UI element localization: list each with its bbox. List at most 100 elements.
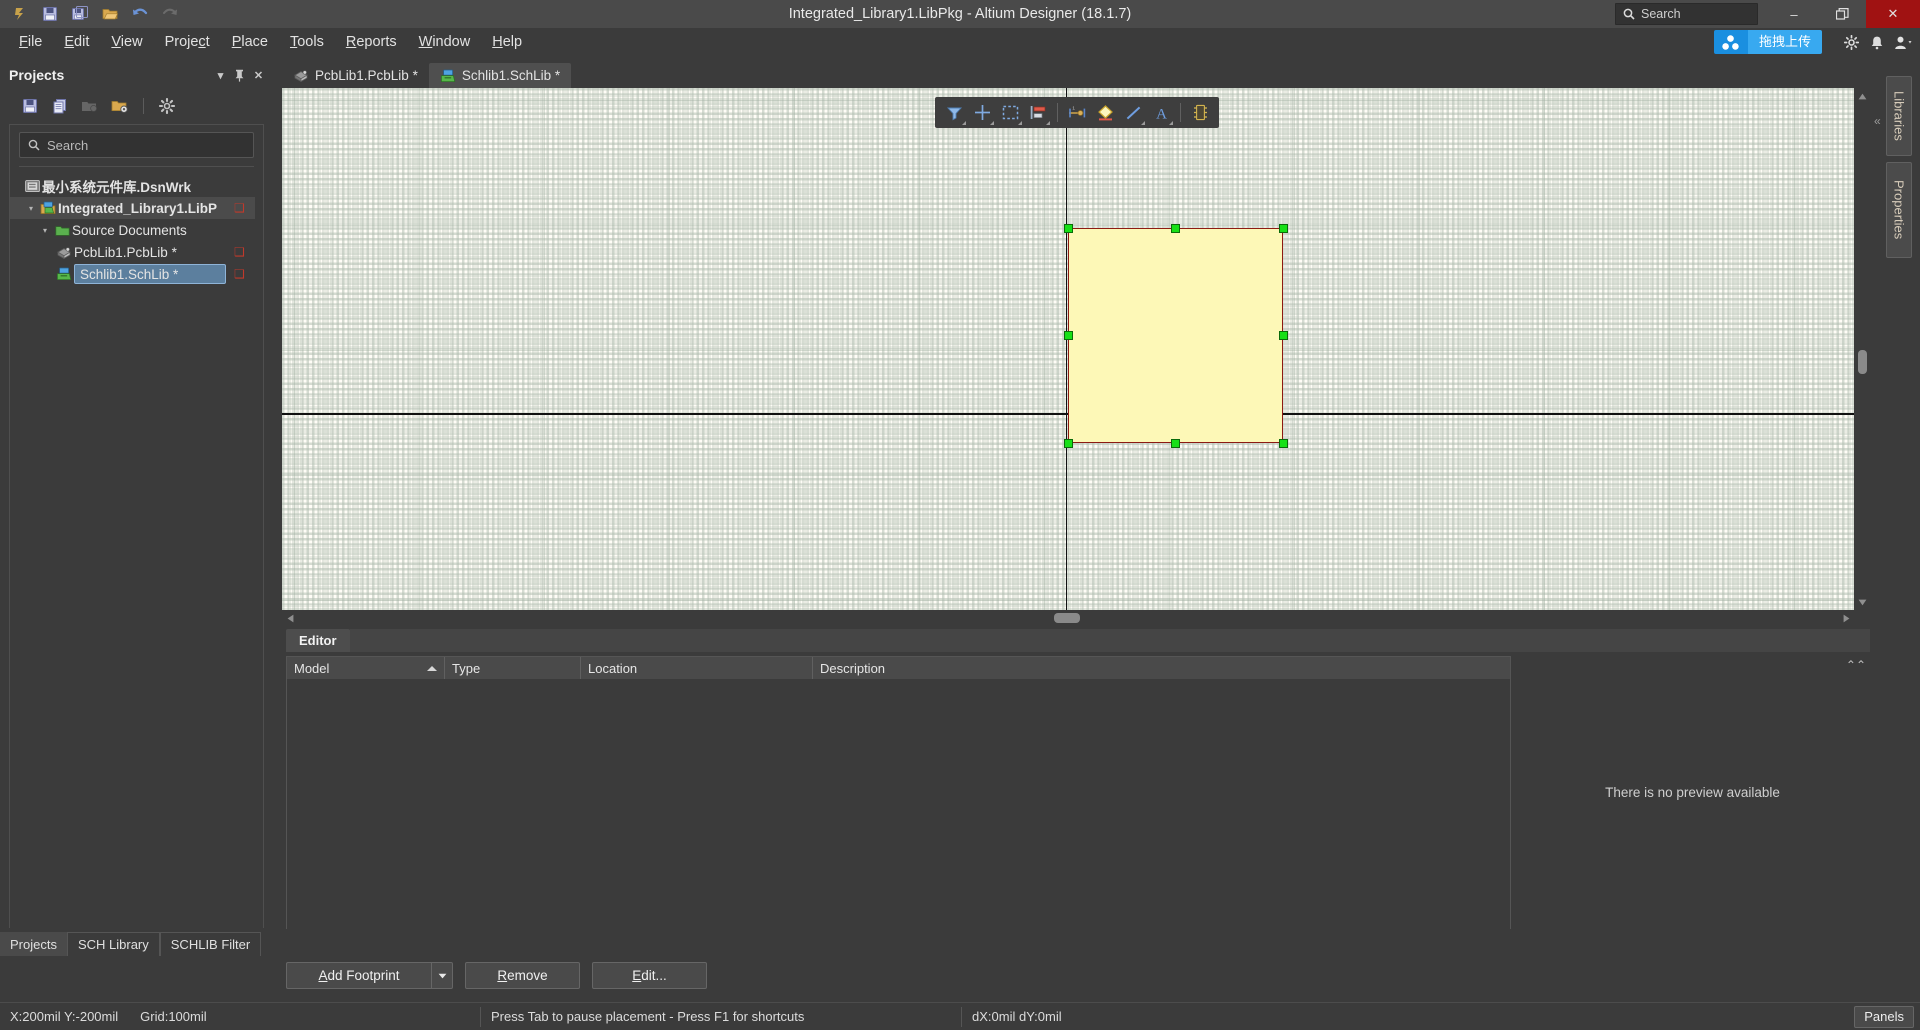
tab-label: Schlib1.SchLib * (461, 68, 561, 83)
tab-editor[interactable]: Editor (286, 629, 350, 652)
dock-tab-properties[interactable]: Properties (1886, 162, 1912, 258)
user-account-icon[interactable] (1892, 30, 1914, 54)
projects-search-input[interactable]: Search (19, 132, 254, 158)
vertical-scroll-thumb[interactable] (1858, 350, 1867, 374)
selection-handle-top-left[interactable] (1064, 224, 1073, 233)
close-button[interactable]: ✕ (1866, 0, 1920, 28)
place-crosshair-icon[interactable] (969, 99, 995, 126)
panel-dropdown-icon[interactable]: ▾ (211, 64, 230, 86)
tree-twisty-icon[interactable]: ▾ (38, 226, 52, 235)
schlib-icon (54, 267, 74, 281)
tree-item-source-documents[interactable]: ▾ Source Documents (10, 219, 263, 241)
menu-help[interactable]: Help (481, 31, 533, 53)
settings-gear-icon[interactable] (155, 94, 179, 118)
notifications-icon[interactable] (1866, 30, 1888, 54)
place-pin-icon[interactable]: 1 (1064, 99, 1090, 126)
preview-collapse-icon[interactable]: ⌃⌃ (1846, 658, 1866, 672)
place-polygon-icon[interactable] (1092, 99, 1118, 126)
open-folder-icon[interactable] (96, 2, 124, 26)
tree-twisty-icon[interactable]: ▾ (24, 204, 38, 213)
undo-icon[interactable] (126, 2, 154, 26)
menu-project[interactable]: Project (154, 31, 221, 53)
dock-tab-libraries[interactable]: Libraries (1886, 76, 1912, 156)
align-icon[interactable] (1025, 99, 1051, 126)
minimize-button[interactable]: – (1770, 0, 1818, 28)
menu-view[interactable]: View (100, 31, 153, 53)
add-footprint-button[interactable]: Add Footprint (286, 962, 431, 989)
selection-handle-top-right[interactable] (1279, 224, 1288, 233)
model-grid: Model Type Location Description (286, 656, 1511, 929)
menu-edit[interactable]: Edit (53, 31, 100, 53)
schlib-icon (440, 69, 456, 82)
column-header-type[interactable]: Type (445, 657, 581, 679)
selection-handle-top-center[interactable] (1171, 224, 1180, 233)
menu-window[interactable]: Window (408, 31, 482, 53)
menu-tools[interactable]: Tools (279, 31, 335, 53)
tree-item-workspace[interactable]: 最小系统元件库.DsnWrk (10, 175, 263, 197)
tree-item-label: 最小系统元件库.DsnWrk (42, 180, 192, 195)
project-options-icon[interactable] (108, 94, 132, 118)
edit-footprint-button[interactable]: Edit... (592, 962, 707, 989)
column-label: Description (820, 660, 886, 676)
place-line-icon[interactable] (1120, 99, 1146, 126)
tree-item-label: Schlib1.SchLib * (80, 266, 179, 282)
remove-footprint-button[interactable]: Remove (465, 962, 580, 989)
open-project-icon[interactable] (78, 94, 102, 118)
panels-button[interactable]: Panels (1854, 1005, 1914, 1028)
close-icon[interactable]: ✕ (249, 64, 268, 86)
rectangle-select-icon[interactable] (997, 99, 1023, 126)
add-footprint-dropdown-icon[interactable] (431, 962, 453, 989)
horizontal-scroll-thumb[interactable] (1054, 613, 1080, 623)
save-icon[interactable] (36, 2, 64, 26)
tab-label: PcbLib1.PcbLib * (315, 68, 418, 83)
canvas-vertical-scrollbar[interactable] (1854, 88, 1870, 610)
libpkg-icon (38, 201, 58, 215)
scroll-down-arrow-icon[interactable] (1854, 594, 1870, 610)
menu-file[interactable]: File (8, 31, 53, 53)
place-text-icon[interactable]: A (1148, 99, 1174, 126)
projects-panel: Projects ▾ ✕ Search 最小系统元件库.DsnWrk ▾ Int… (0, 62, 272, 956)
panel-tab-schlib-filter[interactable]: SCHLIB Filter (159, 932, 262, 956)
selection-handle-middle-right[interactable] (1279, 331, 1288, 340)
tab-pcblib1[interactable]: PcbLib1.PcbLib * (282, 63, 429, 88)
model-grid-header: Model Type Location Description (287, 657, 1510, 679)
copy-icon[interactable] (48, 94, 72, 118)
save-icon[interactable] (18, 94, 42, 118)
model-grid-rows[interactable] (287, 679, 1510, 929)
column-header-location[interactable]: Location (581, 657, 813, 679)
tree-item-integrated-library[interactable]: ▾ Integrated_Library1.LibP ❑ (10, 197, 255, 219)
canvas-horizontal-scrollbar[interactable] (282, 610, 1854, 626)
scroll-left-arrow-icon[interactable] (282, 610, 298, 626)
pin-icon[interactable] (230, 64, 249, 86)
panel-tab-sch-library[interactable]: SCH Library (66, 932, 160, 956)
schematic-rectangle-primitive[interactable] (1068, 228, 1283, 443)
cloud-upload-icon (1713, 30, 1748, 54)
menu-reports[interactable]: Reports (335, 31, 408, 53)
selection-handle-bottom-left[interactable] (1064, 439, 1073, 448)
gear-icon[interactable] (1840, 30, 1862, 54)
global-search-box[interactable]: Search (1615, 3, 1758, 25)
schematic-canvas[interactable]: 1 A (282, 88, 1854, 610)
selection-handle-middle-left[interactable] (1064, 331, 1073, 340)
place-component-icon[interactable] (1187, 99, 1213, 126)
menu-place[interactable]: Place (221, 31, 279, 53)
tree-item-schlib[interactable]: Schlib1.SchLib * ❑ (10, 263, 263, 285)
workspace-icon (22, 179, 42, 193)
altium-logo-icon[interactable] (6, 2, 34, 26)
scroll-up-arrow-icon[interactable] (1854, 88, 1870, 104)
filter-icon[interactable] (941, 99, 967, 126)
panel-tab-projects[interactable]: Projects (0, 932, 67, 956)
dock-collapse-icon[interactable]: « (1874, 114, 1881, 128)
tab-schlib1[interactable]: Schlib1.SchLib * (428, 63, 572, 88)
restore-button[interactable] (1818, 0, 1866, 28)
projects-search-placeholder: Search (47, 137, 89, 153)
column-header-model[interactable]: Model (287, 657, 445, 679)
drag-upload-button[interactable]: 拖拽上传 (1713, 30, 1822, 54)
scroll-right-arrow-icon[interactable] (1838, 610, 1854, 626)
column-header-description[interactable]: Description (813, 657, 1443, 679)
selection-handle-bottom-center[interactable] (1171, 439, 1180, 448)
selection-handle-bottom-right[interactable] (1279, 439, 1288, 448)
projects-panel-body: Search 最小系统元件库.DsnWrk ▾ Integrated_Libra… (9, 124, 264, 956)
save-all-icon[interactable] (66, 2, 94, 26)
tree-item-pcblib[interactable]: PcbLib1.PcbLib * ❑ (10, 241, 263, 263)
